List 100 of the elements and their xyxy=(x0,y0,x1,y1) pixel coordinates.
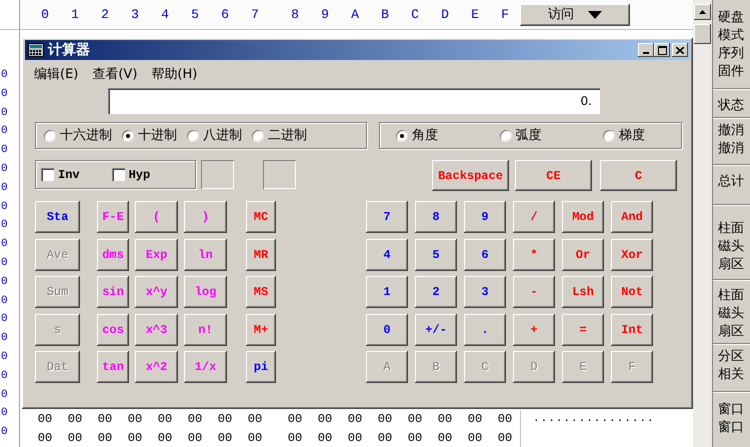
calculator-key[interactable]: Exp xyxy=(135,238,178,270)
radio-option[interactable]: 二进制 xyxy=(252,126,307,146)
calculator-key[interactable]: x^2 xyxy=(135,351,178,383)
maximize-button[interactable] xyxy=(654,43,670,57)
panel-label: 相关 xyxy=(718,366,745,384)
calculator-key[interactable]: * xyxy=(513,238,555,270)
calculator-key[interactable]: dms xyxy=(97,238,129,270)
calculator-key[interactable]: - xyxy=(513,276,555,308)
calculator-key[interactable]: . xyxy=(464,314,506,346)
column-header: E xyxy=(470,6,480,24)
checkbox-option[interactable]: Hyp xyxy=(112,166,150,184)
offset-digit: 0 xyxy=(1,200,9,215)
calculator-key[interactable]: pi xyxy=(246,351,276,383)
calculator-key[interactable]: Not xyxy=(611,276,653,308)
offset-digit: 0 xyxy=(1,368,9,384)
calculator-key[interactable]: Xor xyxy=(611,238,653,270)
column-header: 2 xyxy=(100,6,110,24)
radio-option[interactable]: 角度 xyxy=(396,126,438,146)
menu-item[interactable]: 帮助(H) xyxy=(151,65,198,84)
calculator-key[interactable]: 2 xyxy=(415,276,457,308)
calculator-key[interactable]: 7 xyxy=(366,201,408,233)
calculator-key[interactable]: / xyxy=(513,201,555,233)
calculator-key[interactable]: cos xyxy=(97,314,129,346)
panel-label: 撤消 xyxy=(718,122,745,140)
panel-label: 固件 xyxy=(718,63,745,81)
calculator-key[interactable]: Int xyxy=(611,314,653,346)
calculator-key[interactable]: 3 xyxy=(464,276,506,308)
hex-byte: 00 xyxy=(406,411,424,428)
checkbox-option[interactable]: Inv xyxy=(41,166,80,184)
calculator-key[interactable]: 1/x xyxy=(184,351,227,383)
calculator-key[interactable]: Mod xyxy=(562,201,604,233)
calculator-key[interactable]: MR xyxy=(246,238,276,270)
minimize-button[interactable] xyxy=(638,43,654,57)
calculator-key[interactable]: 8 xyxy=(415,201,457,233)
hex-byte: 00 xyxy=(36,411,54,428)
access-dropdown[interactable]: 访问 xyxy=(520,4,630,26)
calculator-key[interactable]: x^y xyxy=(135,276,178,308)
hex-byte: 00 xyxy=(496,430,514,447)
calculator-key[interactable]: Or xyxy=(562,238,604,270)
radio-option[interactable]: 弧度 xyxy=(500,126,542,146)
calculator-key[interactable]: F-E xyxy=(97,201,129,233)
panel-label: 磁头 xyxy=(718,305,745,323)
calculator-key[interactable]: log xyxy=(184,276,227,308)
hex-byte: 00 xyxy=(376,430,394,447)
calculator-key[interactable]: tan xyxy=(97,351,129,383)
panel-label: 柱面 xyxy=(718,287,745,305)
radio-option[interactable]: 梯度 xyxy=(603,126,645,146)
panel-label: 扇区 xyxy=(718,323,745,341)
calculator-key[interactable]: MC xyxy=(246,201,276,233)
calculator-key[interactable]: 4 xyxy=(366,238,408,270)
panel-label: 分区 xyxy=(718,348,745,366)
calculator-key[interactable]: 9 xyxy=(464,201,506,233)
calculator-key[interactable]: ln xyxy=(184,238,227,270)
hex-byte: 00 xyxy=(286,411,304,428)
calculator-key[interactable]: +/- xyxy=(415,314,457,346)
column-header: 5 xyxy=(190,6,200,24)
hex-byte: 00 xyxy=(156,411,174,428)
offset-digit: 0 xyxy=(1,106,9,121)
calculator-key[interactable]: 6 xyxy=(464,238,506,270)
radio-option[interactable]: 十进制 xyxy=(122,126,177,146)
offset-digit: 0 xyxy=(1,162,9,177)
calculator-key[interactable]: 0 xyxy=(366,314,408,346)
panel-label: 序列 xyxy=(718,45,745,63)
calculator-key[interactable]: + xyxy=(513,314,555,346)
calculator-key[interactable]: n! xyxy=(184,314,227,346)
hex-byte: 00 xyxy=(246,411,264,428)
calculator-key[interactable]: And xyxy=(611,201,653,233)
calculator-key[interactable]: C xyxy=(600,160,677,191)
scroll-up-button[interactable] xyxy=(694,4,711,20)
calculator-key[interactable]: sin xyxy=(97,276,129,308)
calculator-key[interactable]: CE xyxy=(515,160,592,191)
calculator-key[interactable]: 5 xyxy=(415,238,457,270)
menu-item[interactable]: 编辑(E) xyxy=(34,65,78,84)
offset-digit: 0 xyxy=(1,406,9,422)
calculator-key[interactable]: Lsh xyxy=(562,276,604,308)
close-button[interactable] xyxy=(672,43,688,57)
calculator-key[interactable]: x^3 xyxy=(135,314,178,346)
calculator-key[interactable]: ( xyxy=(135,201,178,233)
calculator-key[interactable]: Sta xyxy=(35,201,80,233)
radio-option[interactable]: 八进制 xyxy=(187,126,242,146)
hex-byte: 00 xyxy=(466,430,484,447)
calculator-icon xyxy=(28,43,44,57)
scroll-thumb[interactable] xyxy=(694,24,711,44)
radio-option[interactable]: 十六进制 xyxy=(44,126,112,146)
calculator-key[interactable]: = xyxy=(562,314,604,346)
menu-item[interactable]: 查看(V) xyxy=(92,65,138,84)
calculator-key[interactable]: 1 xyxy=(366,276,408,308)
column-header: 0 xyxy=(40,6,50,24)
calculator-key[interactable]: MS xyxy=(246,276,276,308)
hex-byte: 00 xyxy=(246,430,264,447)
hex-byte: 00 xyxy=(36,430,54,447)
calculator-key[interactable]: ) xyxy=(184,201,227,233)
hex-byte: 00 xyxy=(96,411,114,428)
column-header: 7 xyxy=(250,6,260,24)
offset-digit: 0 xyxy=(1,86,9,102)
calculator-key[interactable]: Backspace xyxy=(432,160,509,191)
panel-label: 撤消 xyxy=(718,140,745,158)
offset-digit: 0 xyxy=(1,68,9,83)
column-header: 6 xyxy=(220,6,230,24)
calculator-key[interactable]: M+ xyxy=(246,314,276,346)
